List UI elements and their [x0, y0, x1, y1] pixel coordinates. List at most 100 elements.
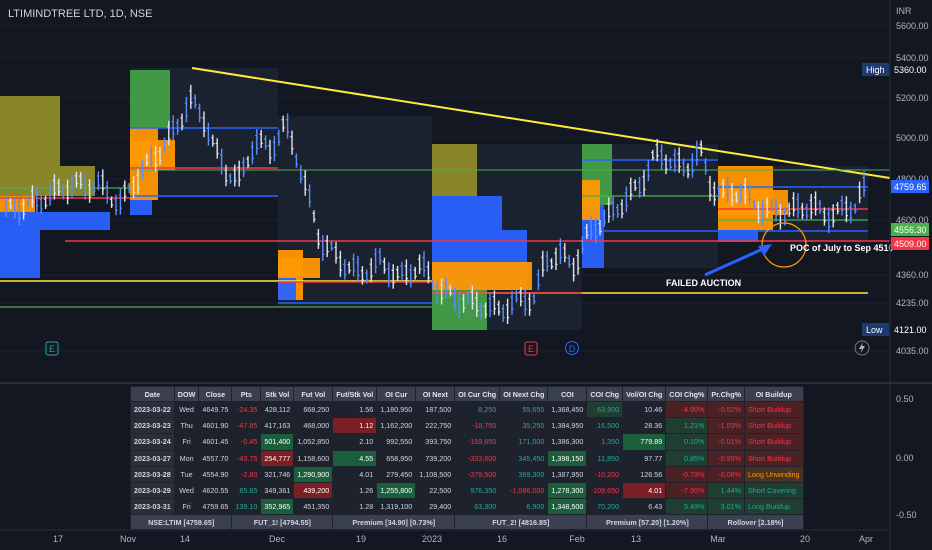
- table-cell: 352,965: [260, 498, 295, 516]
- table-cell: -0.95%: [707, 449, 745, 467]
- table-cell: Long Unwinding: [743, 465, 804, 483]
- table-cell: 28.36: [622, 417, 667, 435]
- table-cell: 1.12: [332, 417, 378, 435]
- time-tick-label: Feb: [569, 534, 585, 544]
- price-tick-label: 4035.00: [896, 346, 929, 356]
- table-cell: 4.01: [622, 481, 667, 500]
- currency-label: INR: [896, 6, 912, 16]
- table-cell: 10.46: [622, 400, 667, 419]
- table-footer-cell: NSE:LTIM [4759.65]: [129, 514, 233, 531]
- table-cell: Mon: [173, 449, 200, 467]
- table-cell: 2023-03-31: [130, 498, 175, 516]
- table-cell: 8,250: [454, 400, 501, 419]
- time-tick-label: Apr: [859, 534, 873, 544]
- svg-text:4556.30: 4556.30: [894, 225, 927, 235]
- failed-auction-label: FAILED AUCTION: [666, 278, 741, 288]
- table-row: 2023-03-24 Fri 4601.45 -0.45 501,400 1,052,85…: [130, 433, 804, 451]
- table-cell: -1.03%: [707, 417, 745, 435]
- table-cell: 1,052,850: [293, 433, 334, 451]
- table-cell: 4601.90: [198, 417, 233, 435]
- svg-text:4121.00: 4121.00: [894, 325, 927, 335]
- table-cell: 4620.55: [198, 481, 233, 500]
- table-cell: 1,348,500: [547, 498, 588, 516]
- table-row: 2023-03-29 Wed 4620.55 65.65 349,361 439,200 1…: [130, 481, 804, 500]
- svg-text:4509.00: 4509.00: [894, 239, 927, 249]
- table-cell: 63,900: [586, 400, 624, 419]
- poc-note: POC of July to Sep 4510: [790, 243, 894, 253]
- table-cell: Short Buildup: [743, 417, 804, 435]
- table-cell: 2023-03-22: [130, 400, 175, 419]
- svg-text:D: D: [569, 344, 576, 354]
- table-cell: 63,300: [454, 498, 501, 516]
- table-cell: -109,650: [586, 481, 624, 500]
- table-cell: 1,368,450: [547, 400, 588, 419]
- svg-text:E: E: [49, 344, 55, 354]
- price-tick-label: 4360.00: [896, 270, 929, 280]
- table-cell: Short Covering: [743, 481, 804, 500]
- table-cell: -333,600: [454, 449, 501, 467]
- time-tick-label: Dec: [269, 534, 286, 544]
- table-cell: Fri: [173, 498, 200, 516]
- table-row: 2023-03-31 Fri 4759.65 139.10 352,965 451,350…: [130, 498, 804, 516]
- table-cell: -7.90%: [665, 481, 709, 500]
- table-header-cell: OI Cur Chg: [454, 386, 501, 402]
- table-header-cell: COI Chg: [586, 386, 624, 402]
- table-cell: -379,500: [454, 465, 501, 483]
- table-cell: 171,000: [499, 433, 549, 451]
- table-cell: 139.10: [231, 498, 262, 516]
- table-header-cell: Stk Vol: [260, 386, 295, 402]
- table-cell: 97.77: [622, 449, 667, 467]
- table-cell: -43.75: [231, 449, 262, 467]
- table-cell: 279,450: [376, 465, 417, 483]
- table-cell: 1,255,800: [376, 481, 417, 500]
- table-cell: Short Buildup: [743, 433, 804, 451]
- table-cell: -24.35: [231, 400, 262, 419]
- time-tick-label: 20: [800, 534, 810, 544]
- table-cell: 1.28: [332, 498, 378, 516]
- table-cell: Fri: [173, 433, 200, 451]
- table-cell: 417,163: [260, 417, 295, 435]
- table-cell: Tue: [173, 465, 200, 483]
- table-cell: 11,850: [586, 449, 624, 467]
- table-cell: Long Buildup: [743, 498, 804, 516]
- time-tick-label: 2023: [422, 534, 442, 544]
- level-b-tag: 4509.00: [891, 237, 929, 250]
- table-cell: 501,400: [260, 433, 295, 451]
- table-cell: 739,200: [415, 449, 456, 467]
- table-cell: 1,398,150: [547, 449, 588, 467]
- table-cell: 0.10%: [665, 433, 709, 451]
- table-cell: 1,158,600: [293, 449, 334, 467]
- table-cell: 321,746: [260, 465, 295, 483]
- indicator-tick-label: 0.50: [896, 394, 914, 404]
- table-header-cell: Vol/OI Chg: [622, 386, 667, 402]
- level-a-tag: 4556.30: [891, 223, 929, 236]
- table-cell: Short Buildup: [743, 400, 804, 419]
- table-cell: Wed: [173, 481, 200, 500]
- table-footer-cell: Premium [57.20] [1.20%]: [586, 514, 709, 531]
- table-cell: 1.21%: [665, 417, 709, 435]
- table-header-cell: COI Chg%: [665, 386, 709, 402]
- table-cell: 451,350: [293, 498, 334, 516]
- table-cell: 4649.75: [198, 400, 233, 419]
- svg-text:High: High: [866, 65, 885, 75]
- table-cell: 1.26: [332, 481, 378, 500]
- table-cell: 345,450: [499, 449, 549, 467]
- table-cell: 668,250: [293, 400, 334, 419]
- table-cell: 222,750: [415, 417, 456, 435]
- table-cell: 1,350: [586, 433, 624, 451]
- svg-text:E: E: [528, 344, 534, 354]
- svg-text:4759.65: 4759.65: [894, 182, 927, 192]
- symbol-title[interactable]: LTIMINDTREE LTD, 1D, NSE: [8, 8, 152, 20]
- table-row: 2023-03-23 Thu 4601.90 -47.85 417,163 468,000…: [130, 417, 804, 435]
- table-cell: 2023-03-24: [130, 433, 175, 451]
- table-row: 2023-03-27 Mon 4557.70 -43.75 254,777 1,158,6…: [130, 449, 804, 467]
- low-price-tag: Low 4121.00: [862, 323, 929, 336]
- last-price-tag: 4759.65: [891, 180, 929, 193]
- table-cell: 6.43: [622, 498, 667, 516]
- table-cell: -4.90%: [665, 400, 709, 419]
- price-tick-label: 4235.00: [896, 298, 929, 308]
- table-cell: 16,500: [586, 417, 624, 435]
- table-cell: 393,750: [415, 433, 456, 451]
- table-header-cell: Pts: [231, 386, 262, 402]
- table-cell: 2023-03-23: [130, 417, 175, 435]
